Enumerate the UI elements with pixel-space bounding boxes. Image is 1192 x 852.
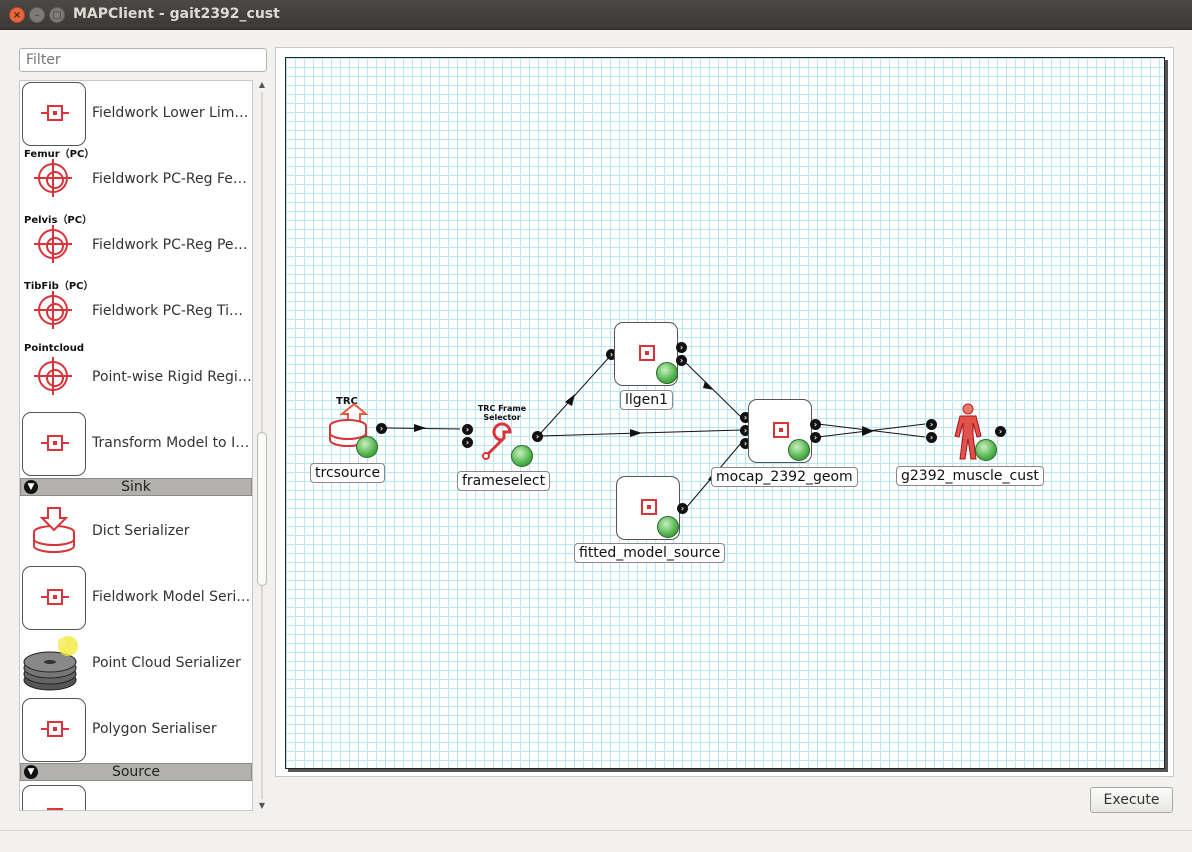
- status-globe-icon: [356, 436, 378, 458]
- status-bar: [0, 830, 1192, 852]
- box-icon: [639, 345, 655, 361]
- output-port[interactable]: ›: [676, 355, 687, 366]
- input-port[interactable]: ›: [926, 432, 937, 443]
- node-caption: TRC Frame Selector: [477, 404, 527, 422]
- status-globe-icon: [975, 439, 997, 461]
- node-label-llgen1[interactable]: llgen1: [620, 390, 674, 410]
- main-window: × – □ MAPClient - gait2392_cust Fieldwor…: [0, 0, 1192, 852]
- node-label-trcsource[interactable]: trcsource: [310, 463, 386, 483]
- node-label-mocap[interactable]: mocap_2392_geom: [711, 467, 858, 487]
- output-port[interactable]: ›: [810, 432, 821, 443]
- output-port[interactable]: ›: [810, 419, 821, 430]
- input-port[interactable]: ›: [462, 424, 473, 435]
- execute-button[interactable]: Execute: [1090, 787, 1173, 813]
- node-label-g2392[interactable]: g2392_muscle_cust: [896, 466, 1044, 486]
- connection-frameselect-llgen1: [539, 353, 613, 435]
- node-g2392[interactable]: [944, 402, 997, 464]
- output-port[interactable]: ›: [677, 503, 688, 514]
- workflow-connections: [385, 353, 926, 509]
- status-globe-icon: [511, 445, 533, 467]
- output-port[interactable]: ›: [676, 342, 687, 353]
- node-label-frameselect[interactable]: frameselect: [457, 471, 551, 491]
- output-port[interactable]: ›: [995, 426, 1006, 437]
- input-port[interactable]: ›: [462, 437, 473, 448]
- box-icon: [773, 422, 789, 438]
- status-globe-icon: [788, 439, 810, 461]
- node-frameselect[interactable]: TRC Frame Selector: [476, 404, 536, 468]
- box-icon: [641, 499, 657, 515]
- status-globe-icon: [657, 516, 679, 538]
- input-port[interactable]: ›: [926, 419, 937, 430]
- node-trcsource[interactable]: TRC: [326, 396, 382, 458]
- node-label-fitted-model-source[interactable]: fitted_model_source: [574, 543, 726, 563]
- output-port[interactable]: ›: [376, 423, 387, 434]
- output-port[interactable]: ›: [532, 431, 543, 442]
- status-globe-icon: [656, 362, 678, 384]
